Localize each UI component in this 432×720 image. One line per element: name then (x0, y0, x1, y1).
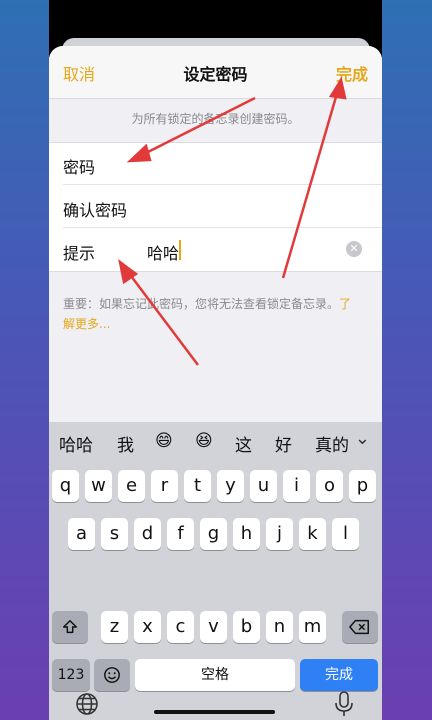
key-123[interactable]: 123 (52, 659, 90, 691)
text-caret (179, 240, 181, 260)
candidate-item[interactable]: 😄 (155, 431, 173, 451)
key-n[interactable]: n (266, 611, 293, 643)
key-d[interactable]: d (134, 518, 161, 550)
key-w[interactable]: w (85, 470, 112, 502)
key-x[interactable]: x (134, 611, 161, 643)
key-o[interactable]: o (316, 470, 343, 502)
hint-row[interactable]: 提示 哈哈 ✕ (49, 229, 382, 271)
chevron-down-icon[interactable]: ⌄ (355, 428, 370, 449)
shift-icon (62, 619, 78, 634)
key-c[interactable]: c (167, 611, 194, 643)
key-k[interactable]: k (299, 518, 326, 550)
key-r[interactable]: r (151, 470, 178, 502)
microphone-icon[interactable] (333, 690, 355, 718)
warning-text: 重要：如果忘记此密码，您将无法查看锁定备忘录。 (63, 297, 340, 311)
delete-key[interactable] (342, 611, 378, 643)
divider (63, 184, 382, 185)
confirm-password-row[interactable]: 确认密码 (49, 186, 382, 228)
return-key[interactable]: 完成 (300, 659, 378, 691)
key-j[interactable]: j (266, 518, 293, 550)
key-m[interactable]: m (299, 611, 326, 643)
emoji-icon (104, 667, 120, 683)
set-password-sheet: 取消 设定密码 完成 为所有锁定的备忘录创建密码。 密码 确认密码 提示 哈哈 … (49, 46, 382, 720)
globe-icon[interactable] (75, 692, 99, 716)
key-y[interactable]: y (217, 470, 244, 502)
home-indicator (154, 710, 275, 714)
password-label: 密码 (63, 158, 96, 177)
shift-key[interactable] (52, 611, 88, 643)
warning-note: 重要：如果忘记此密码，您将无法查看锁定备忘录。了解更多... (63, 294, 363, 334)
candidate-bar: 哈哈 我 😄 😆 这 好 真的 ⌄ (49, 422, 382, 462)
key-e[interactable]: e (118, 470, 145, 502)
password-form: 密码 确认密码 提示 哈哈 ✕ (49, 142, 382, 272)
done-button[interactable]: 完成 (336, 61, 368, 85)
emoji-key[interactable] (94, 659, 130, 691)
clear-icon[interactable]: ✕ (346, 241, 362, 257)
nav-bar: 取消 设定密码 完成 (49, 46, 382, 99)
keyboard: 哈哈 我 😄 😆 这 好 真的 ⌄ qwertyuiop asdfghjkl zxc… (49, 422, 382, 720)
info-text: 为所有锁定的备忘录创建密码。 (131, 112, 300, 126)
divider (63, 227, 382, 228)
key-p[interactable]: p (349, 470, 376, 502)
candidate-item[interactable]: 好 (275, 431, 292, 456)
key-b[interactable]: b (233, 611, 260, 643)
key-l[interactable]: l (332, 518, 359, 550)
candidate-item[interactable]: 这 (235, 431, 252, 456)
candidate-item[interactable]: 哈哈 (59, 431, 93, 456)
password-row[interactable]: 密码 (49, 143, 382, 185)
delete-icon (349, 619, 369, 635)
key-a[interactable]: a (68, 518, 95, 550)
key-u[interactable]: u (250, 470, 277, 502)
hint-label: 提示 (63, 244, 96, 263)
key-f[interactable]: f (167, 518, 194, 550)
key-q[interactable]: q (52, 470, 79, 502)
hint-field[interactable]: 哈哈 (147, 240, 179, 264)
confirm-password-label: 确认密码 (63, 201, 128, 220)
candidate-item[interactable]: 我 (117, 431, 134, 456)
key-s[interactable]: s (101, 518, 128, 550)
candidate-item[interactable]: 真的 (315, 431, 349, 456)
key-h[interactable]: h (233, 518, 260, 550)
key-g[interactable]: g (200, 518, 227, 550)
page-title: 设定密码 (183, 65, 248, 84)
key-z[interactable]: z (101, 611, 128, 643)
candidate-item[interactable]: 😆 (195, 431, 213, 451)
key-t[interactable]: t (184, 470, 211, 502)
space-key[interactable]: 空格 (135, 659, 295, 691)
key-i[interactable]: i (283, 470, 310, 502)
key-v[interactable]: v (200, 611, 227, 643)
